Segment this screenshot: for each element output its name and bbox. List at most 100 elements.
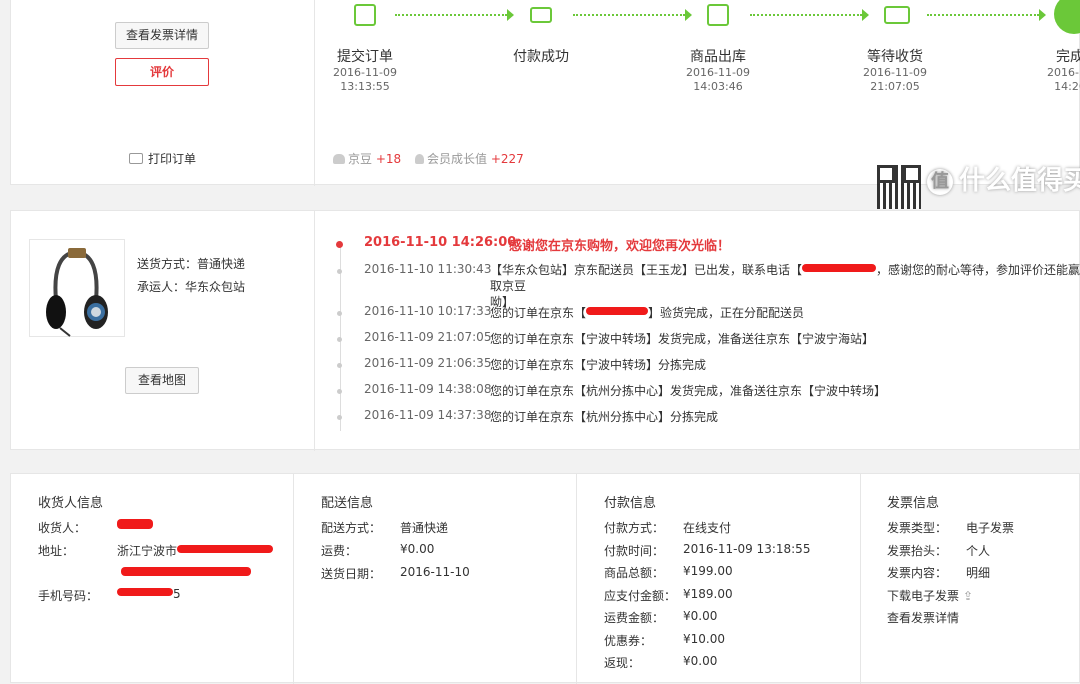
delivery-fee-value: ¥0.00	[400, 542, 435, 556]
growth-value: +227	[490, 152, 524, 166]
qr-code	[877, 165, 921, 209]
check-icon	[1054, 0, 1080, 34]
receiver-name-label: 收货人：	[38, 521, 87, 535]
step-time: 14:03:46	[693, 80, 743, 93]
invoice-info: 发票信息 发票类型： 电子发票 发票抬头： 个人 发票内容： 明细 下载电子发票 ⇪ 查…	[860, 474, 1080, 684]
delivery-method-label: 配送方式：	[321, 521, 382, 535]
tracking-text: 您的订单在京东【杭州分拣中心】发货完成，准备送往京东【宁波中转场】	[490, 384, 887, 398]
delivery-method-value: 普通快递	[400, 521, 449, 535]
timeline-dot	[337, 389, 342, 394]
tracking-text-b: 】验货完成，正在分配配送员	[648, 306, 805, 320]
tracking-text-a: 您的订单在京东【	[490, 306, 587, 320]
receiver-address-value: 浙江宁波市	[117, 542, 274, 559]
payment-value: ¥0.00	[683, 609, 718, 623]
payment-label: 优惠券：	[604, 634, 653, 648]
redacted-name	[117, 519, 153, 534]
ship-method-value: 普通快递	[197, 257, 246, 271]
print-order-link[interactable]: 打印订单	[129, 150, 196, 167]
step-date: 2016-11	[1047, 66, 1080, 79]
ship-method-label: 送货方式：	[137, 257, 198, 271]
truck-icon	[884, 6, 910, 24]
tracking-time: 2016-11-09 14:38:08	[364, 382, 492, 396]
redacted-phone	[117, 588, 173, 596]
payment-label: 付款方式：	[604, 521, 665, 535]
tracking-time: 2016-11-10 14:26:00	[364, 235, 517, 250]
download-invoice-link[interactable]: 下载电子发票 ⇪	[887, 587, 973, 604]
delivery-date-value: 2016-11-10	[400, 565, 470, 579]
tracking-text: 您的订单在京东【 】验货完成，正在分配配送员	[490, 304, 804, 321]
payment-title: 付款信息	[604, 496, 657, 511]
receiver-title: 收货人信息	[38, 496, 104, 511]
invoice-title: 发票信息	[887, 496, 940, 511]
invoice-content-value: 明细	[966, 566, 991, 580]
invoice-type-value: 电子发票	[966, 521, 1015, 535]
step-time: 21:07:05	[870, 80, 920, 93]
step-date: 2016-11-09	[863, 66, 927, 79]
arrow-right-icon	[507, 9, 514, 21]
invoice-header-label: 发票抬头：	[887, 544, 948, 558]
evaluate-button[interactable]: 评价	[115, 58, 209, 86]
timeline-dot	[337, 269, 342, 274]
step-label: 付款成功	[513, 49, 569, 65]
watermark-text: 什么值得买	[959, 166, 1080, 196]
edit-icon	[354, 4, 376, 26]
order-info-card: 收货人信息 收货人： 地址： 浙江宁波市 手机号码： 5 配送信息 配送方式： …	[10, 473, 1080, 684]
payment-label: 应支付金额：	[604, 589, 677, 603]
step-label: 商品出库	[690, 49, 746, 65]
carrier-value: 华东众包站	[185, 280, 246, 294]
timeline-dot	[337, 337, 342, 342]
payment-value: 2016-11-09 13:18:55	[683, 542, 811, 556]
rewards-bar: 京豆 +18 会员成长值 +227	[333, 150, 534, 167]
order-status-card: 查看发票详情 评价 打印订单 提交订单 2016-11-09 13:13:55 …	[10, 0, 1080, 186]
invoice-detail-button[interactable]: 查看发票详情	[115, 22, 209, 49]
member-icon	[415, 154, 424, 164]
invoice-type-label: 发票类型：	[887, 521, 948, 535]
order-actions-panel: 查看发票详情 评价 打印订单	[11, 0, 315, 186]
payment-label: 运费金额：	[604, 611, 665, 625]
print-order-label: 打印订单	[148, 152, 197, 166]
receiver-address-label: 地址：	[38, 544, 75, 558]
tracking-text: 您的订单在京东【杭州分拣中心】分拣完成	[490, 410, 719, 424]
tracking-time: 2016-11-09 14:37:38	[364, 408, 492, 422]
tracking-card: 送货方式：普通快递 承运人：华东众包站 查看地图 2016-11-10 14:2…	[10, 210, 1080, 451]
view-map-button[interactable]: 查看地图	[125, 367, 199, 394]
arrow-right-icon	[1039, 9, 1046, 21]
printer-icon	[129, 153, 143, 164]
invoice-header-value: 个人	[966, 544, 991, 558]
address-text: 浙江宁波市	[117, 544, 178, 558]
growth-label: 会员成长值	[427, 152, 488, 166]
download-invoice-label: 下载电子发票	[887, 589, 960, 603]
timeline-dot	[337, 311, 342, 316]
progress-connector	[573, 14, 685, 16]
tracking-time: 2016-11-10 10:17:33	[364, 304, 492, 318]
tracking-text: 您的订单在京东【宁波中转场】发货完成，准备送往京东【宁波宁海站】	[490, 332, 875, 346]
payment-label: 商品总额：	[604, 566, 665, 580]
delivery-title: 配送信息	[321, 496, 374, 511]
progress-connector	[750, 14, 862, 16]
product-thumbnail[interactable]	[29, 239, 125, 337]
receiver-info: 收货人信息 收货人： 地址： 浙江宁波市 手机号码： 5	[11, 474, 292, 684]
step-label: 提交订单	[337, 49, 393, 65]
payment-value: ¥199.00	[683, 564, 733, 578]
phone-tail: 5	[173, 587, 181, 601]
shipment-panel: 送货方式：普通快递 承运人：华东众包站 查看地图	[11, 211, 315, 451]
step-label: 完成	[1056, 49, 1080, 65]
step-date: 2016-11-09	[686, 66, 750, 79]
tracking-text: 感谢您在京东购物，欢迎您再次光临！	[509, 239, 731, 254]
shipment-info: 送货方式：普通快递 承运人：华东众包站	[137, 253, 245, 299]
payment-info: 付款信息 付款方式： 在线支付 付款时间： 2016-11-09 13:18:55 …	[576, 474, 859, 684]
payment-label: 返现：	[604, 656, 641, 670]
payment-value: ¥189.00	[683, 587, 733, 601]
delivery-info: 配送信息 配送方式： 普通快递 运费： ¥0.00 送货日期： 2016-11-…	[293, 474, 575, 684]
delivery-date-label: 送货日期：	[321, 567, 382, 581]
payment-value: ¥10.00	[683, 632, 725, 646]
tracking-text: 【华东众包站】京东配送员【王玉龙】已出发，联系电话【 ，感谢您的耐心等待，参加评价…	[490, 262, 1080, 310]
invoice-detail-link[interactable]: 查看发票详情	[887, 609, 959, 626]
jingdou-icon	[333, 154, 345, 164]
tracking-text-a: 【华东众包站】京东配送员【王玉龙】已出发，联系电话【	[490, 263, 803, 277]
download-icon: ⇪	[963, 589, 974, 603]
carrier-label: 承运人：	[137, 280, 186, 294]
arrow-right-icon	[862, 9, 869, 21]
box-icon	[707, 4, 729, 26]
timeline-dot	[337, 363, 342, 368]
